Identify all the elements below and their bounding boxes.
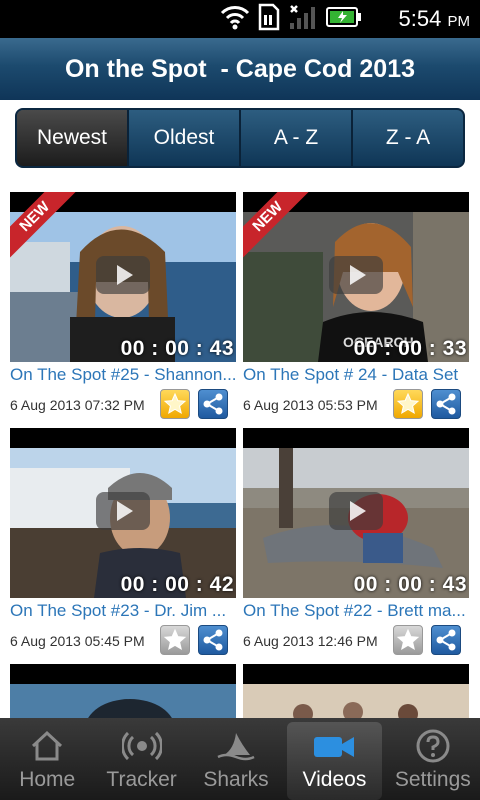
play-icon[interactable] bbox=[329, 256, 383, 294]
share-icon bbox=[436, 393, 456, 415]
video-thumbnail[interactable]: 00 : 00 : 43 bbox=[243, 428, 469, 598]
page-title: On the Spot - Cape Cod 2013 bbox=[0, 38, 480, 100]
video-thumbnail[interactable]: NEW 00 : 00 : 43 bbox=[10, 192, 236, 362]
nav-settings-label: Settings bbox=[394, 768, 471, 791]
video-thumbnail[interactable] bbox=[243, 664, 469, 724]
bottom-nav: Home Tracker Sharks Videos Settings bbox=[0, 718, 480, 800]
nav-tracker[interactable]: Tracker bbox=[94, 718, 188, 800]
nav-videos[interactable]: Videos bbox=[287, 722, 382, 800]
video-title[interactable]: On The Spot # 24 - Data Set bbox=[243, 365, 471, 385]
sd-card-icon bbox=[258, 3, 280, 36]
play-icon[interactable] bbox=[96, 492, 150, 530]
app-screen: 5:54 PM On the Spot - Cape Cod 2013 Newe… bbox=[0, 0, 480, 800]
home-icon bbox=[30, 726, 64, 766]
status-bar: 5:54 PM bbox=[0, 0, 480, 38]
favorite-star-button[interactable] bbox=[160, 389, 190, 419]
video-card[interactable]: 00 : 00 : 42 On The Spot #23 - Dr. Jim .… bbox=[10, 428, 236, 657]
video-card[interactable]: OCEARCH NEW 00 : 00 : 33 On The Spot # 2… bbox=[243, 192, 469, 421]
sort-tab-newest[interactable]: Newest bbox=[17, 110, 129, 166]
wifi-icon bbox=[220, 4, 250, 35]
star-icon bbox=[163, 628, 187, 651]
video-meta: 6 Aug 2013 05:53 PM bbox=[243, 389, 469, 421]
video-title[interactable]: On The Spot #22 - Brett ma... bbox=[243, 601, 471, 621]
nav-settings[interactable]: Settings bbox=[386, 718, 480, 800]
tracker-icon bbox=[121, 726, 162, 766]
nav-sharks-label: Sharks bbox=[203, 768, 269, 791]
nav-home[interactable]: Home bbox=[0, 718, 94, 800]
share-button[interactable] bbox=[198, 625, 228, 655]
video-meta: 6 Aug 2013 12:46 PM bbox=[243, 625, 469, 657]
share-icon bbox=[436, 629, 456, 651]
video-meta: 6 Aug 2013 05:45 PM bbox=[10, 625, 236, 657]
sort-tab-a-z[interactable]: A - Z bbox=[241, 110, 353, 166]
nav-home-label: Home bbox=[19, 768, 76, 791]
video-title[interactable]: On The Spot #25 - Shannon... bbox=[10, 365, 238, 385]
play-icon[interactable] bbox=[329, 492, 383, 530]
video-camera-icon bbox=[312, 726, 356, 766]
status-icons bbox=[220, 3, 362, 36]
favorite-star-button[interactable] bbox=[393, 389, 423, 419]
play-icon[interactable] bbox=[96, 256, 150, 294]
video-meta: 6 Aug 2013 07:32 PM bbox=[10, 389, 236, 421]
video-duration: 00 : 00 : 33 bbox=[353, 337, 467, 360]
favorite-star-button[interactable] bbox=[160, 625, 190, 655]
share-button[interactable] bbox=[198, 389, 228, 419]
clock-ampm: PM bbox=[447, 13, 471, 30]
video-card[interactable] bbox=[243, 664, 469, 724]
video-duration: 00 : 00 : 42 bbox=[120, 573, 234, 596]
sort-segmented-control: Newest Oldest A - Z Z - A bbox=[15, 108, 465, 168]
video-date: 6 Aug 2013 07:32 PM bbox=[10, 397, 145, 413]
share-icon bbox=[203, 629, 223, 651]
nav-tracker-label: Tracker bbox=[106, 768, 177, 791]
video-card[interactable]: 00 : 00 : 43 On The Spot #22 - Brett ma.… bbox=[243, 428, 469, 657]
signal-icon bbox=[288, 3, 318, 36]
video-duration: 00 : 00 : 43 bbox=[120, 337, 234, 360]
star-icon bbox=[396, 628, 420, 651]
help-icon bbox=[415, 726, 451, 766]
share-icon bbox=[203, 393, 223, 415]
nav-sharks[interactable]: Sharks bbox=[189, 718, 283, 800]
video-date: 6 Aug 2013 12:46 PM bbox=[243, 633, 378, 649]
video-card[interactable] bbox=[10, 664, 236, 724]
video-date: 6 Aug 2013 05:53 PM bbox=[243, 397, 378, 413]
sort-tab-oldest[interactable]: Oldest bbox=[129, 110, 241, 166]
battery-icon bbox=[326, 6, 362, 33]
share-button[interactable] bbox=[431, 389, 461, 419]
video-date: 6 Aug 2013 05:45 PM bbox=[10, 633, 145, 649]
shark-fin-icon bbox=[216, 726, 256, 766]
nav-videos-label: Videos bbox=[302, 768, 367, 791]
status-clock: 5:54 PM bbox=[399, 6, 470, 32]
video-thumbnail[interactable] bbox=[10, 664, 236, 724]
clock-time: 5:54 bbox=[398, 6, 442, 31]
star-icon bbox=[396, 392, 420, 415]
video-thumbnail[interactable]: OCEARCH NEW 00 : 00 : 33 bbox=[243, 192, 469, 362]
sort-tab-z-a[interactable]: Z - A bbox=[353, 110, 463, 166]
share-button[interactable] bbox=[431, 625, 461, 655]
video-duration: 00 : 00 : 43 bbox=[353, 573, 467, 596]
video-title[interactable]: On The Spot #23 - Dr. Jim ... bbox=[10, 601, 238, 621]
star-icon bbox=[163, 392, 187, 415]
video-thumbnail[interactable]: 00 : 00 : 42 bbox=[10, 428, 236, 598]
favorite-star-button[interactable] bbox=[393, 625, 423, 655]
video-card[interactable]: NEW 00 : 00 : 43 On The Spot #25 - Shann… bbox=[10, 192, 238, 421]
